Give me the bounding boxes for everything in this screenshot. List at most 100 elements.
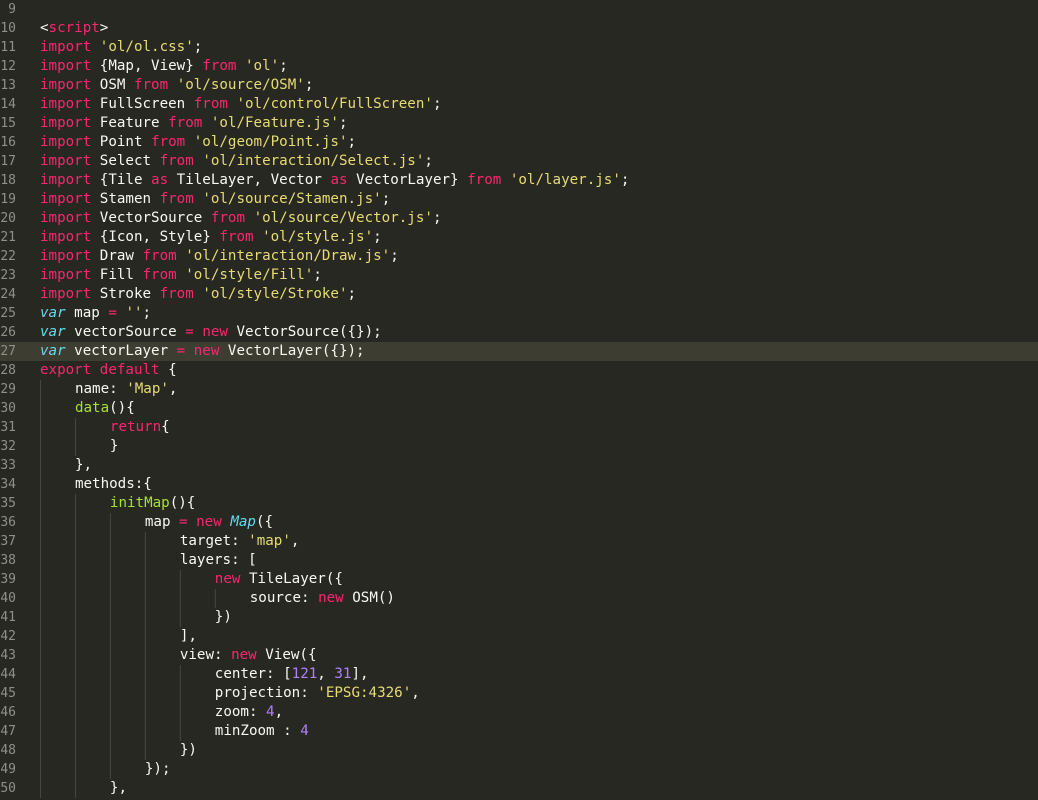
code-line[interactable]: 36 map = new Map({ [0, 513, 1038, 532]
code-line[interactable]: 26 var vectorSource = new VectorSource({}… [0, 323, 1038, 342]
code-token: projection: [214, 685, 318, 701]
code-token: import [40, 248, 92, 264]
code-line[interactable]: 22 import Draw from 'ol/interaction/Draw.… [0, 247, 1038, 266]
code-text: import Fill from 'ol/style/Fill'; [40, 266, 322, 285]
code-token: Fill [91, 267, 143, 283]
code-text: zoom: 4, [215, 703, 283, 722]
code-token: VectorLayer({}); [219, 343, 365, 359]
code-line[interactable]: 12 import {Map, View} from 'ol'; [0, 57, 1038, 76]
code-line[interactable]: 23 import Fill from 'ol/style/Fill'; [0, 266, 1038, 285]
code-line[interactable]: 10 <script> [0, 19, 1038, 38]
code-line[interactable]: 34 methods:{ [0, 475, 1038, 494]
code-token: 'ol/style/Stroke' [202, 286, 348, 302]
code-line[interactable]: 32} [0, 437, 1038, 456]
code-line[interactable]: 18 import {Tile as TileLayer, Vector as V… [0, 171, 1038, 190]
code-line[interactable]: 44 center: [121, 31], [0, 665, 1038, 684]
code-token: OSM() [343, 590, 395, 606]
line-number: 28 [0, 363, 16, 378]
code-token: , [411, 685, 420, 701]
code-line[interactable]: 24 import Stroke from 'ol/style/Stroke'; [0, 285, 1038, 304]
code-line[interactable]: 11 import 'ol/ol.css'; [0, 38, 1038, 57]
code-token: methods:{ [74, 476, 152, 492]
code-token: from [151, 134, 186, 150]
code-line[interactable]: 27 var vectorLayer = new VectorLayer({}); [0, 342, 1038, 361]
code-line[interactable]: 39 new TileLayer({ [0, 570, 1038, 589]
code-text: import VectorSource from 'ol/source/Vect… [40, 209, 441, 228]
code-line[interactable]: 47 minZoom : 4 [0, 722, 1038, 741]
line-number: 36 [0, 515, 16, 530]
line-number: 16 [0, 135, 16, 150]
line-number: 32 [0, 439, 16, 454]
code-line[interactable]: 14 import FullScreen from 'ol/control/Ful… [0, 95, 1038, 114]
code-token: }) [214, 609, 232, 625]
code-token: from [142, 267, 177, 283]
code-text: var vectorSource = new VectorSource({}); [40, 323, 382, 342]
code-text: import 'ol/ol.css'; [40, 38, 202, 57]
code-line[interactable]: 19 import Stamen from 'ol/source/Stamen.j… [0, 190, 1038, 209]
code-text: }, [110, 779, 127, 798]
code-line[interactable]: 21 import {Icon, Style} from 'ol/style.js… [0, 228, 1038, 247]
code-line[interactable]: 13 import OSM from 'ol/source/OSM'; [0, 76, 1038, 95]
code-token: import [40, 58, 92, 74]
code-line[interactable]: 28 export default { [0, 361, 1038, 380]
line-number: 41 [0, 610, 16, 625]
code-line[interactable]: 48}) [0, 741, 1038, 760]
code-editor[interactable]: 9 10 <script> 11 import 'ol/ol.css'; 12 import… [0, 0, 1038, 800]
code-line[interactable]: 29 name: 'Map', [0, 380, 1038, 399]
code-line[interactable]: 49}); [0, 760, 1038, 779]
code-line[interactable]: 31 return{ [0, 418, 1038, 437]
code-token: 'ol/interaction/Draw.js' [185, 248, 391, 264]
code-token: = [176, 343, 186, 359]
code-token: ], [179, 628, 197, 644]
code-line[interactable]: 37 target: 'map', [0, 532, 1038, 551]
code-text: map = new Map({ [145, 513, 273, 532]
code-line[interactable]: 30 data(){ [0, 399, 1038, 418]
line-number: 13 [0, 78, 16, 93]
code-token: import [40, 153, 92, 169]
code-token: new [214, 571, 241, 587]
code-token: new [196, 514, 222, 530]
code-line[interactable]: 17 import Select from 'ol/interaction/Sel… [0, 152, 1038, 171]
code-token: import [40, 229, 92, 245]
code-token: OSM [91, 77, 134, 93]
code-token: ; [390, 248, 399, 264]
code-text: layers: [ [180, 551, 257, 570]
line-number: 33 [0, 458, 16, 473]
code-token: { [159, 362, 177, 378]
code-line[interactable]: 38 layers: [ [0, 551, 1038, 570]
line-number: 47 [0, 724, 16, 739]
code-line[interactable]: 16 import Point from 'ol/geom/Point.js'; [0, 133, 1038, 152]
code-line[interactable]: 41}) [0, 608, 1038, 627]
code-line[interactable]: 40 source: new OSM() [0, 589, 1038, 608]
code-token: ; [620, 172, 630, 188]
code-token: 'ol/source/Vector.js' [253, 210, 433, 226]
code-line[interactable]: 33}, [0, 456, 1038, 475]
code-line[interactable]: 46 zoom: 4, [0, 703, 1038, 722]
code-line[interactable]: 42], [0, 627, 1038, 646]
code-text: }) [215, 608, 232, 627]
code-token: import [40, 210, 92, 226]
code-text: methods:{ [75, 475, 152, 494]
line-number: 20 [0, 211, 16, 226]
code-token: ; [432, 210, 442, 226]
code-line[interactable]: 15 import Feature from 'ol/Feature.js'; [0, 114, 1038, 133]
code-line[interactable]: 45 projection: 'EPSG:4326', [0, 684, 1038, 703]
code-token: VectorLayer} [347, 172, 468, 188]
code-line[interactable]: 35 initMap(){ [0, 494, 1038, 513]
code-line[interactable]: 43 view: new View({ [0, 646, 1038, 665]
line-number: 44 [0, 667, 16, 682]
code-token: vectorLayer [65, 343, 177, 359]
code-text: import Stamen from 'ol/source/Stamen.js'… [40, 190, 390, 209]
code-token: center: [ [214, 666, 292, 682]
code-text: data(){ [75, 399, 135, 418]
code-lines: 9 10 <script> 11 import 'ol/ol.css'; 12 import… [0, 0, 1038, 798]
code-line[interactable]: 20 import VectorSource from 'ol/source/Ve… [0, 209, 1038, 228]
code-line[interactable]: 25 var map = ''; [0, 304, 1038, 323]
code-text: }, [75, 456, 92, 475]
code-line[interactable]: 50}, [0, 779, 1038, 798]
line-number: 23 [0, 268, 16, 283]
code-line[interactable]: 9 [0, 0, 1038, 19]
